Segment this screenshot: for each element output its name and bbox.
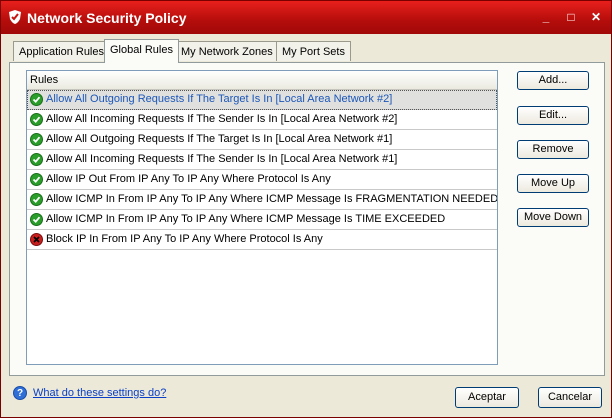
tab-my-network-zones[interactable]: My Network Zones <box>175 41 279 61</box>
close-icon[interactable]: ✕ <box>587 9 605 25</box>
ok-button[interactable]: Aceptar <box>455 387 519 408</box>
rule-row[interactable]: Allow ICMP In From IP Any To IP Any Wher… <box>27 210 497 230</box>
allow-check-icon <box>30 173 43 186</box>
rule-text: Allow All Incoming Requests If The Sende… <box>46 153 398 165</box>
window-title: Network Security Policy <box>27 10 187 26</box>
tab-global-rules[interactable]: Global Rules <box>104 39 179 63</box>
rules-rows: Allow All Outgoing Requests If The Targe… <box>27 90 497 250</box>
edit-button[interactable]: Edit... <box>517 106 589 125</box>
global-rules-panel: Rules Allow All Outgoing Requests If The… <box>9 62 605 376</box>
move-up-button[interactable]: Move Up <box>517 174 589 193</box>
minimize-icon[interactable]: _ <box>537 9 555 25</box>
help-link[interactable]: What do these settings do? <box>33 387 166 399</box>
rule-text: Allow All Outgoing Requests If The Targe… <box>46 133 393 145</box>
allow-check-icon <box>30 93 43 106</box>
tab-application-rules[interactable]: Application Rules <box>13 41 110 61</box>
rule-text: Allow ICMP In From IP Any To IP Any Wher… <box>46 193 497 205</box>
title-bar[interactable]: Network Security Policy _ □ ✕ <box>1 1 611 34</box>
allow-check-icon <box>30 213 43 226</box>
rules-column-header[interactable]: Rules <box>27 71 497 90</box>
rule-text: Allow IP Out From IP Any To IP Any Where… <box>46 173 331 185</box>
rule-text: Block IP In From IP Any To IP Any Where … <box>46 233 323 245</box>
block-icon <box>30 233 43 246</box>
rule-text: Allow ICMP In From IP Any To IP Any Wher… <box>46 213 446 225</box>
rule-row[interactable]: Allow All Incoming Requests If The Sende… <box>27 150 497 170</box>
security-policy-window: Network Security Policy _ □ ✕ Applicatio… <box>0 0 612 418</box>
cancel-button[interactable]: Cancelar <box>538 387 602 408</box>
rule-row[interactable]: Allow All Incoming Requests If The Sende… <box>27 110 497 130</box>
tab-my-port-sets[interactable]: My Port Sets <box>276 41 351 61</box>
allow-check-icon <box>30 153 43 166</box>
remove-button[interactable]: Remove <box>517 140 589 159</box>
rule-row[interactable]: Allow IP Out From IP Any To IP Any Where… <box>27 170 497 190</box>
rules-list[interactable]: Rules Allow All Outgoing Requests If The… <box>26 70 498 365</box>
rule-row[interactable]: Block IP In From IP Any To IP Any Where … <box>27 230 497 250</box>
rule-text: Allow All Outgoing Requests If The Targe… <box>46 93 393 105</box>
allow-check-icon <box>30 113 43 126</box>
rule-text: Allow All Incoming Requests If The Sende… <box>46 113 398 125</box>
maximize-icon[interactable]: □ <box>562 9 580 25</box>
rule-row[interactable]: Allow ICMP In From IP Any To IP Any Wher… <box>27 190 497 210</box>
move-down-button[interactable]: Move Down <box>517 208 589 227</box>
shield-icon <box>7 9 23 25</box>
rule-row[interactable]: Allow All Outgoing Requests If The Targe… <box>27 130 497 150</box>
allow-check-icon <box>30 193 43 206</box>
allow-check-icon <box>30 133 43 146</box>
dialog-footer: ? What do these settings do? Aceptar Can… <box>1 379 611 417</box>
help-icon[interactable]: ? <box>13 386 27 400</box>
add-button[interactable]: Add... <box>517 71 589 90</box>
rule-row[interactable]: Allow All Outgoing Requests If The Targe… <box>27 90 497 110</box>
tab-bar: Application Rules Global Rules My Networ… <box>9 39 605 63</box>
